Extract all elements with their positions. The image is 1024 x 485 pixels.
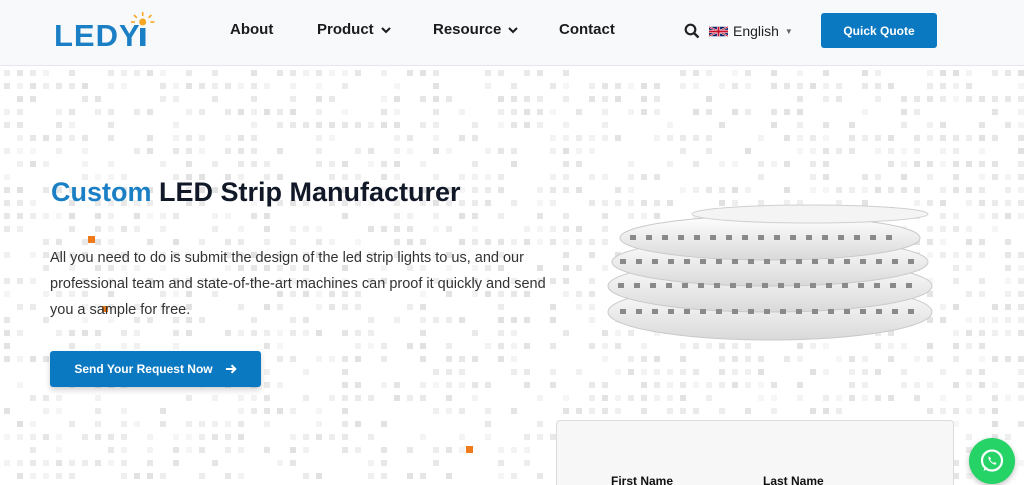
hero-description: All you need to do is submit the design … (50, 250, 546, 318)
orange-square-decoration (466, 446, 473, 453)
site-header: LEDY About Product Resource Contact Engl… (0, 0, 1024, 66)
language-label: English (733, 23, 779, 39)
nav-resource[interactable]: Resource (433, 21, 520, 38)
ledyi-logo[interactable]: LEDY (54, 10, 164, 54)
arrow-right-icon (225, 364, 237, 374)
caret-down-icon: ▼ (784, 26, 793, 36)
hero-title-rest: LED Strip Manufacturer (151, 177, 461, 207)
chevron-down-icon (508, 26, 519, 33)
nav-about[interactable]: About (230, 21, 273, 38)
send-request-button[interactable]: Send Your Request Now (50, 351, 261, 387)
uk-flag-icon (709, 25, 728, 37)
quote-form-card: First Name Last Name (556, 420, 954, 485)
nav-contact[interactable]: Contact (559, 21, 615, 38)
whatsapp-icon (980, 449, 1004, 472)
first-name-label: First Name (611, 474, 674, 485)
hero-title: Custom LED Strip Manufacturer (51, 177, 461, 208)
whatsapp-button[interactable] (969, 438, 1015, 484)
language-selector[interactable]: English ▼ (709, 23, 793, 39)
send-request-label: Send Your Request Now (74, 362, 213, 376)
nav-resource-label: Resource (433, 21, 502, 38)
hero-section: Custom LED Strip Manufacturer All you ne… (0, 66, 1024, 485)
orange-square-decoration (88, 236, 95, 243)
nav-product[interactable]: Product (317, 21, 393, 38)
chevron-down-icon (380, 26, 391, 33)
search-icon[interactable] (684, 23, 700, 39)
nav-contact-label: Contact (559, 21, 615, 38)
led-strip-reel-image (607, 204, 933, 341)
quick-quote-button[interactable]: Quick Quote (821, 13, 937, 48)
last-name-label: Last Name (763, 474, 824, 485)
nav-about-label: About (230, 21, 274, 38)
nav-product-label: Product (317, 21, 374, 38)
svg-text:LEDY: LEDY (54, 18, 141, 53)
hero-title-accent: Custom (51, 177, 152, 207)
